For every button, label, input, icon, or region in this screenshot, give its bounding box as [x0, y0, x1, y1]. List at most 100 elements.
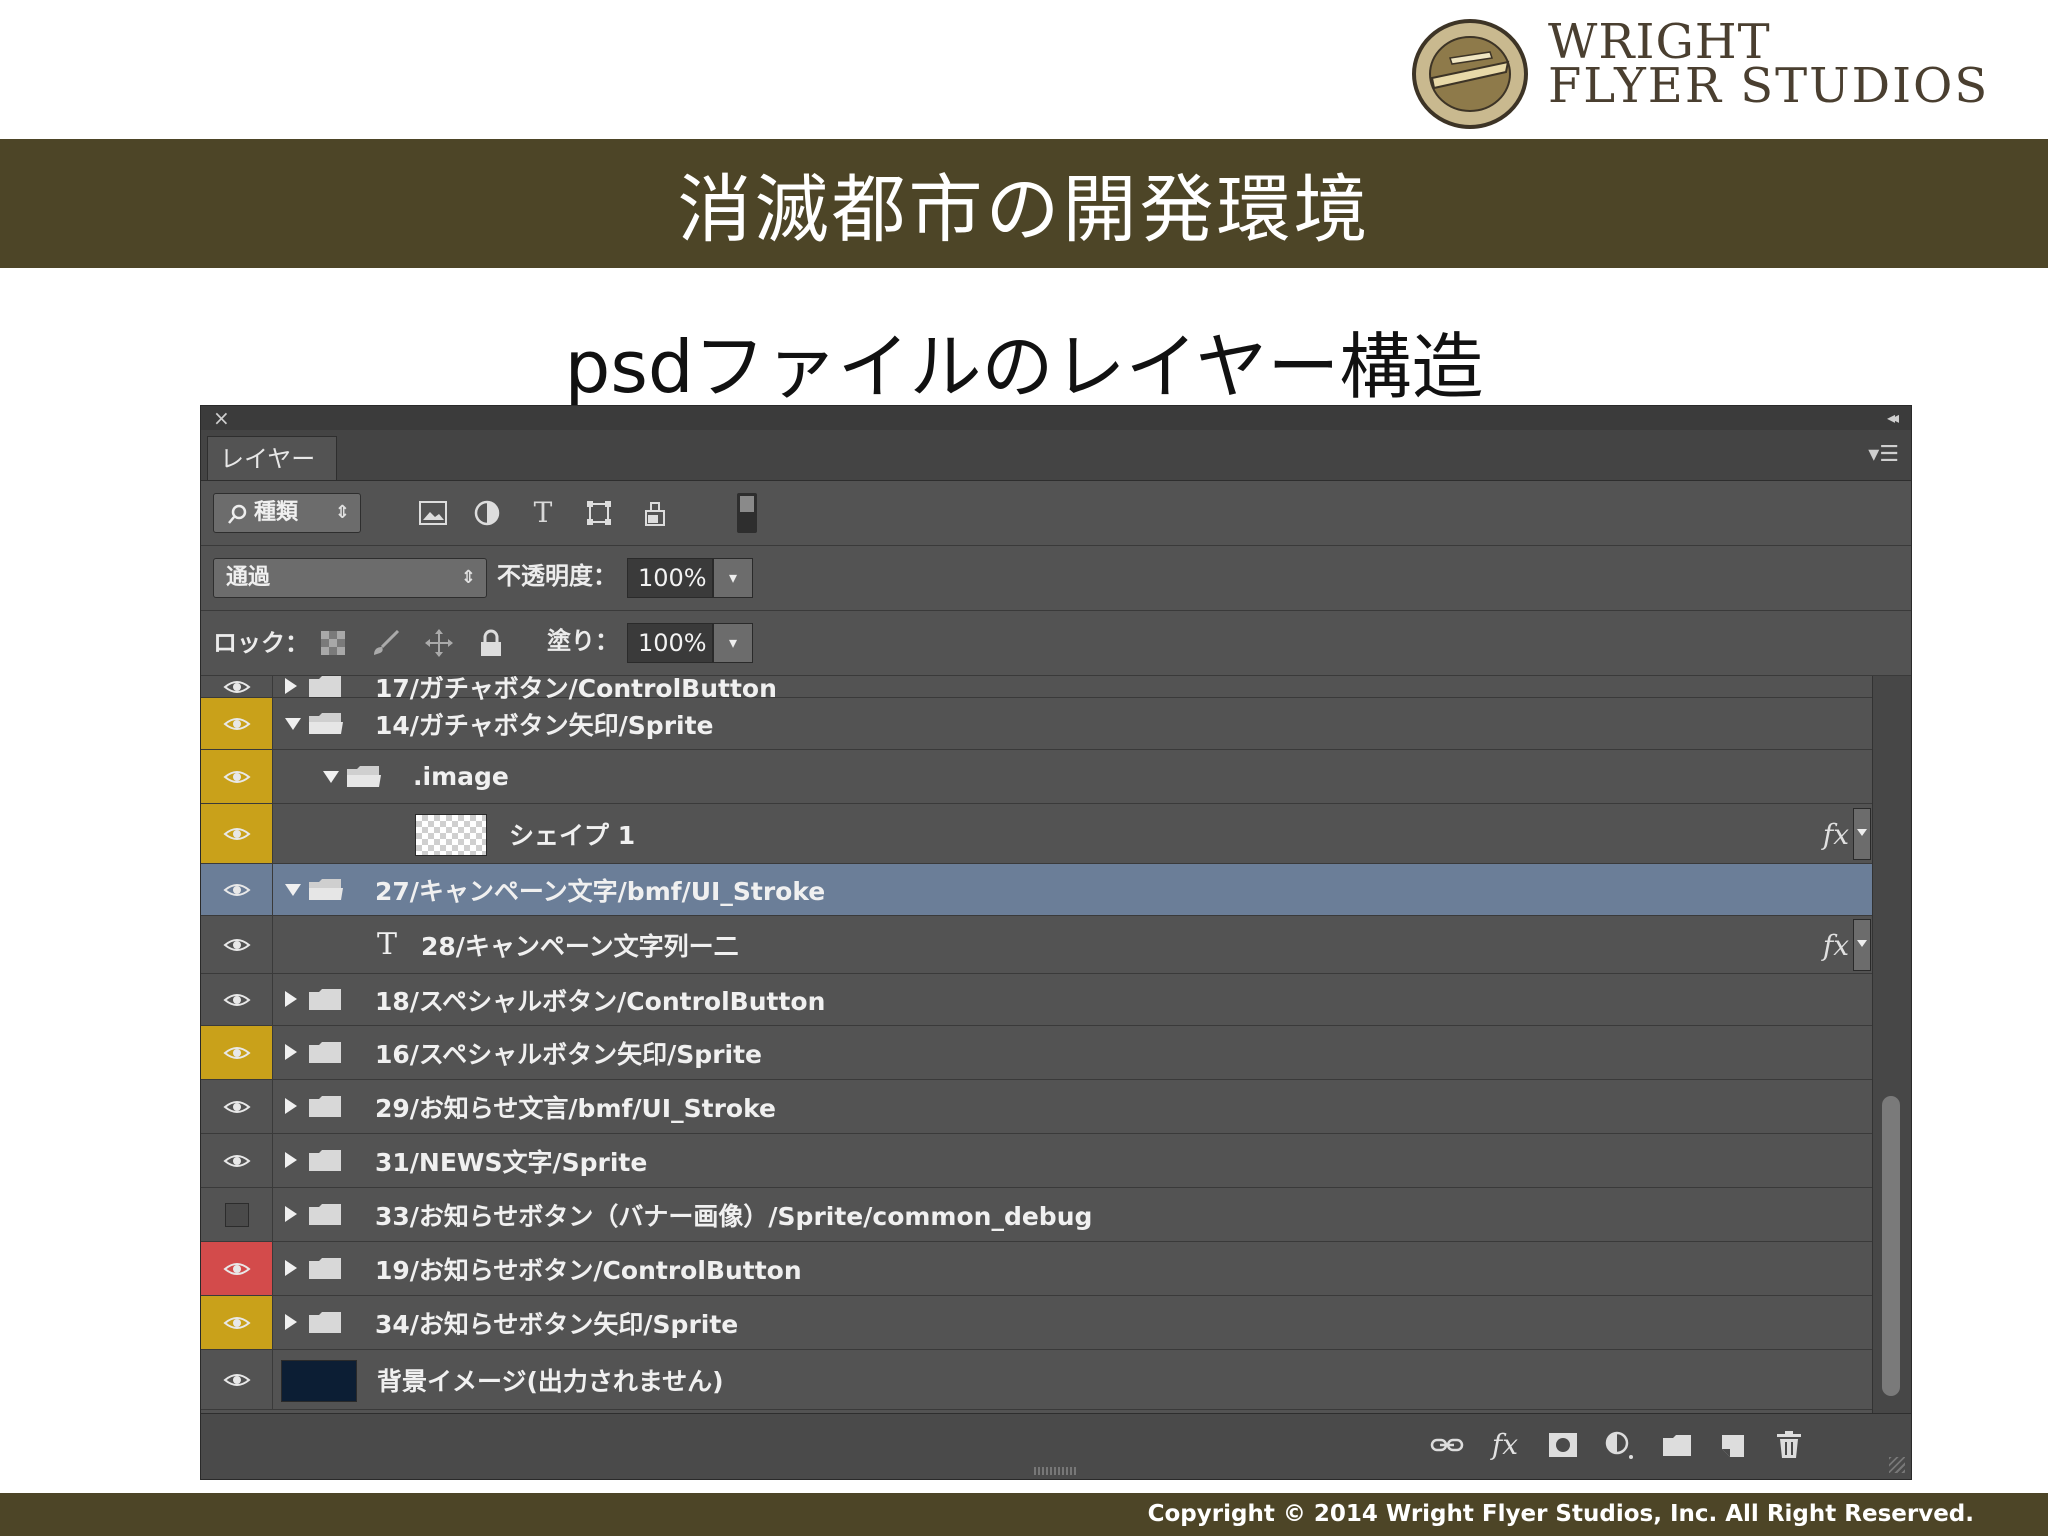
- fill-input[interactable]: 100%: [627, 623, 713, 663]
- layer-list-scrollbar[interactable]: [1872, 676, 1911, 1414]
- expand-triangle-icon[interactable]: [285, 1043, 297, 1060]
- layer-row[interactable]: シェイプ 1 fx: [201, 804, 1873, 864]
- layer-effects-icon[interactable]: fx: [1823, 929, 1849, 962]
- effects-expand-button[interactable]: [1853, 918, 1871, 971]
- image-filter-icon[interactable]: [413, 493, 453, 533]
- filter-row: 種類 ⇕ T: [201, 481, 1911, 546]
- lock-paint-icon[interactable]: [365, 623, 405, 663]
- folder-icon: [309, 676, 341, 697]
- close-icon[interactable]: ×: [213, 406, 230, 430]
- visibility-off-icon: [225, 1202, 249, 1227]
- layer-name: 27/キャンペーン文字/bmf/UI_Stroke: [375, 876, 826, 906]
- eye-icon: [223, 1046, 251, 1059]
- layers-panel: × ◂◂ レイヤー ▾☰ 種類 ⇕ T 通過 ⇕ 不透明度： 100% ▾ ロッ…: [200, 405, 1912, 1480]
- eye-icon: [223, 827, 251, 840]
- type-filter-icon[interactable]: T: [523, 493, 563, 533]
- layer-row[interactable]: T 28/キャンペーン文字列ー二 fx: [201, 916, 1873, 974]
- collapse-triangle-icon[interactable]: [285, 883, 301, 896]
- visibility-toggle[interactable]: [201, 1080, 273, 1133]
- expand-triangle-icon[interactable]: [285, 1097, 297, 1114]
- tab-layers[interactable]: レイヤー: [207, 436, 337, 480]
- resize-grip-icon[interactable]: [1889, 1457, 1905, 1473]
- layer-row[interactable]: 14/ガチャボタン矢印/Sprite: [201, 698, 1873, 750]
- expand-triangle-icon[interactable]: [285, 1205, 297, 1222]
- lock-position-icon[interactable]: [419, 623, 459, 663]
- panel-menu-icon[interactable]: ▾☰: [1868, 442, 1899, 467]
- collapse-icon[interactable]: ◂◂: [1887, 408, 1899, 427]
- layer-row[interactable]: 29/お知らせ文言/bmf/UI_Stroke: [201, 1080, 1873, 1134]
- folder-open-icon: [309, 878, 343, 900]
- trash-icon[interactable]: [1769, 1428, 1809, 1462]
- fx-icon[interactable]: fx: [1485, 1428, 1525, 1462]
- visibility-toggle[interactable]: [201, 698, 273, 749]
- folder-icon: [309, 1095, 341, 1117]
- opacity-input[interactable]: 100%: [627, 558, 713, 598]
- layer-row[interactable]: 19/お知らせボタン/ControlButton: [201, 1242, 1873, 1296]
- link-icon[interactable]: [1427, 1428, 1467, 1462]
- visibility-toggle[interactable]: [201, 974, 273, 1025]
- expand-triangle-icon[interactable]: [285, 1259, 297, 1276]
- mask-icon[interactable]: [1543, 1428, 1583, 1462]
- visibility-toggle[interactable]: [201, 1242, 273, 1295]
- layer-row[interactable]: 17/ガチャボタン/ControlButton: [201, 676, 1873, 703]
- effects-expand-button[interactable]: [1853, 807, 1871, 860]
- collapse-triangle-icon[interactable]: [285, 717, 301, 730]
- layer-row[interactable]: 33/お知らせボタン（バナー画像）/Sprite/common_debug: [201, 1188, 1873, 1242]
- folder-open-icon: [347, 765, 381, 787]
- visibility-toggle[interactable]: [201, 750, 273, 803]
- opacity-slider-button[interactable]: ▾: [713, 558, 753, 598]
- eye-icon: [223, 1154, 251, 1167]
- eye-icon: [223, 938, 251, 951]
- blend-mode-dropdown[interactable]: 通過 ⇕: [213, 558, 487, 598]
- layer-name: 19/お知らせボタン/ControlButton: [375, 1255, 802, 1285]
- visibility-toggle[interactable]: [201, 1134, 273, 1187]
- layer-row[interactable]: 34/お知らせボタン矢印/Sprite: [201, 1296, 1873, 1350]
- fill-slider-button[interactable]: ▾: [713, 623, 753, 663]
- eye-icon: [223, 770, 251, 783]
- lock-label: ロック：: [213, 629, 309, 657]
- layer-name: 31/NEWS文字/Sprite: [375, 1147, 648, 1177]
- layer-name: シェイプ 1: [509, 820, 636, 850]
- panel-tab-bar: レイヤー ▾☰: [201, 430, 1911, 481]
- collapse-triangle-icon[interactable]: [323, 770, 339, 783]
- lock-row: ロック： 塗り： 100% ▾: [201, 611, 1911, 676]
- scrollbar-thumb[interactable]: [1882, 1096, 1900, 1396]
- new-group-icon[interactable]: [1657, 1428, 1697, 1462]
- filter-kind-dropdown[interactable]: 種類 ⇕: [213, 493, 361, 533]
- layer-effects-icon[interactable]: fx: [1823, 818, 1849, 851]
- visibility-toggle[interactable]: [201, 1296, 273, 1349]
- layer-row[interactable]: 27/キャンペーン文字/bmf/UI_Stroke: [201, 864, 1873, 916]
- visibility-toggle[interactable]: [201, 864, 273, 915]
- expand-triangle-icon[interactable]: [285, 677, 297, 694]
- text-layer-icon: T: [377, 926, 398, 962]
- new-layer-icon[interactable]: [1713, 1428, 1753, 1462]
- eye-icon: [223, 993, 251, 1006]
- footer-band: Copyright © 2014 Wright Flyer Studios, I…: [0, 1493, 2048, 1536]
- panel-resize-handle[interactable]: [1034, 1467, 1078, 1475]
- visibility-toggle[interactable]: [201, 1350, 273, 1409]
- layer-row[interactable]: .image: [201, 750, 1873, 804]
- visibility-toggle[interactable]: [201, 676, 273, 697]
- visibility-toggle[interactable]: [201, 804, 273, 863]
- adjustment-icon[interactable]: [1599, 1428, 1639, 1462]
- layer-row[interactable]: 背景イメージ(出力されません): [201, 1350, 1873, 1410]
- lock-transparent-icon[interactable]: [313, 623, 353, 663]
- visibility-toggle[interactable]: [201, 1188, 273, 1241]
- slide-subtitle: psdファイルのレイヤー構造: [564, 325, 1484, 409]
- filter-toggle-icon[interactable]: [737, 493, 757, 533]
- smart-object-filter-icon[interactable]: [635, 493, 675, 533]
- expand-triangle-icon[interactable]: [285, 990, 297, 1007]
- adjustment-filter-icon[interactable]: [467, 493, 507, 533]
- lock-all-icon[interactable]: [471, 623, 511, 663]
- shape-filter-icon[interactable]: [579, 493, 619, 533]
- eye-icon: [223, 883, 251, 896]
- folder-icon: [309, 1149, 341, 1171]
- layer-row[interactable]: 18/スペシャルボタン/ControlButton: [201, 974, 1873, 1026]
- expand-triangle-icon[interactable]: [285, 1313, 297, 1330]
- visibility-toggle[interactable]: [201, 916, 273, 973]
- visibility-toggle[interactable]: [201, 1026, 273, 1079]
- layer-row[interactable]: 31/NEWS文字/Sprite: [201, 1134, 1873, 1188]
- expand-triangle-icon[interactable]: [285, 1151, 297, 1168]
- eye-icon: [223, 1373, 251, 1386]
- layer-row[interactable]: 16/スペシャルボタン矢印/Sprite: [201, 1026, 1873, 1080]
